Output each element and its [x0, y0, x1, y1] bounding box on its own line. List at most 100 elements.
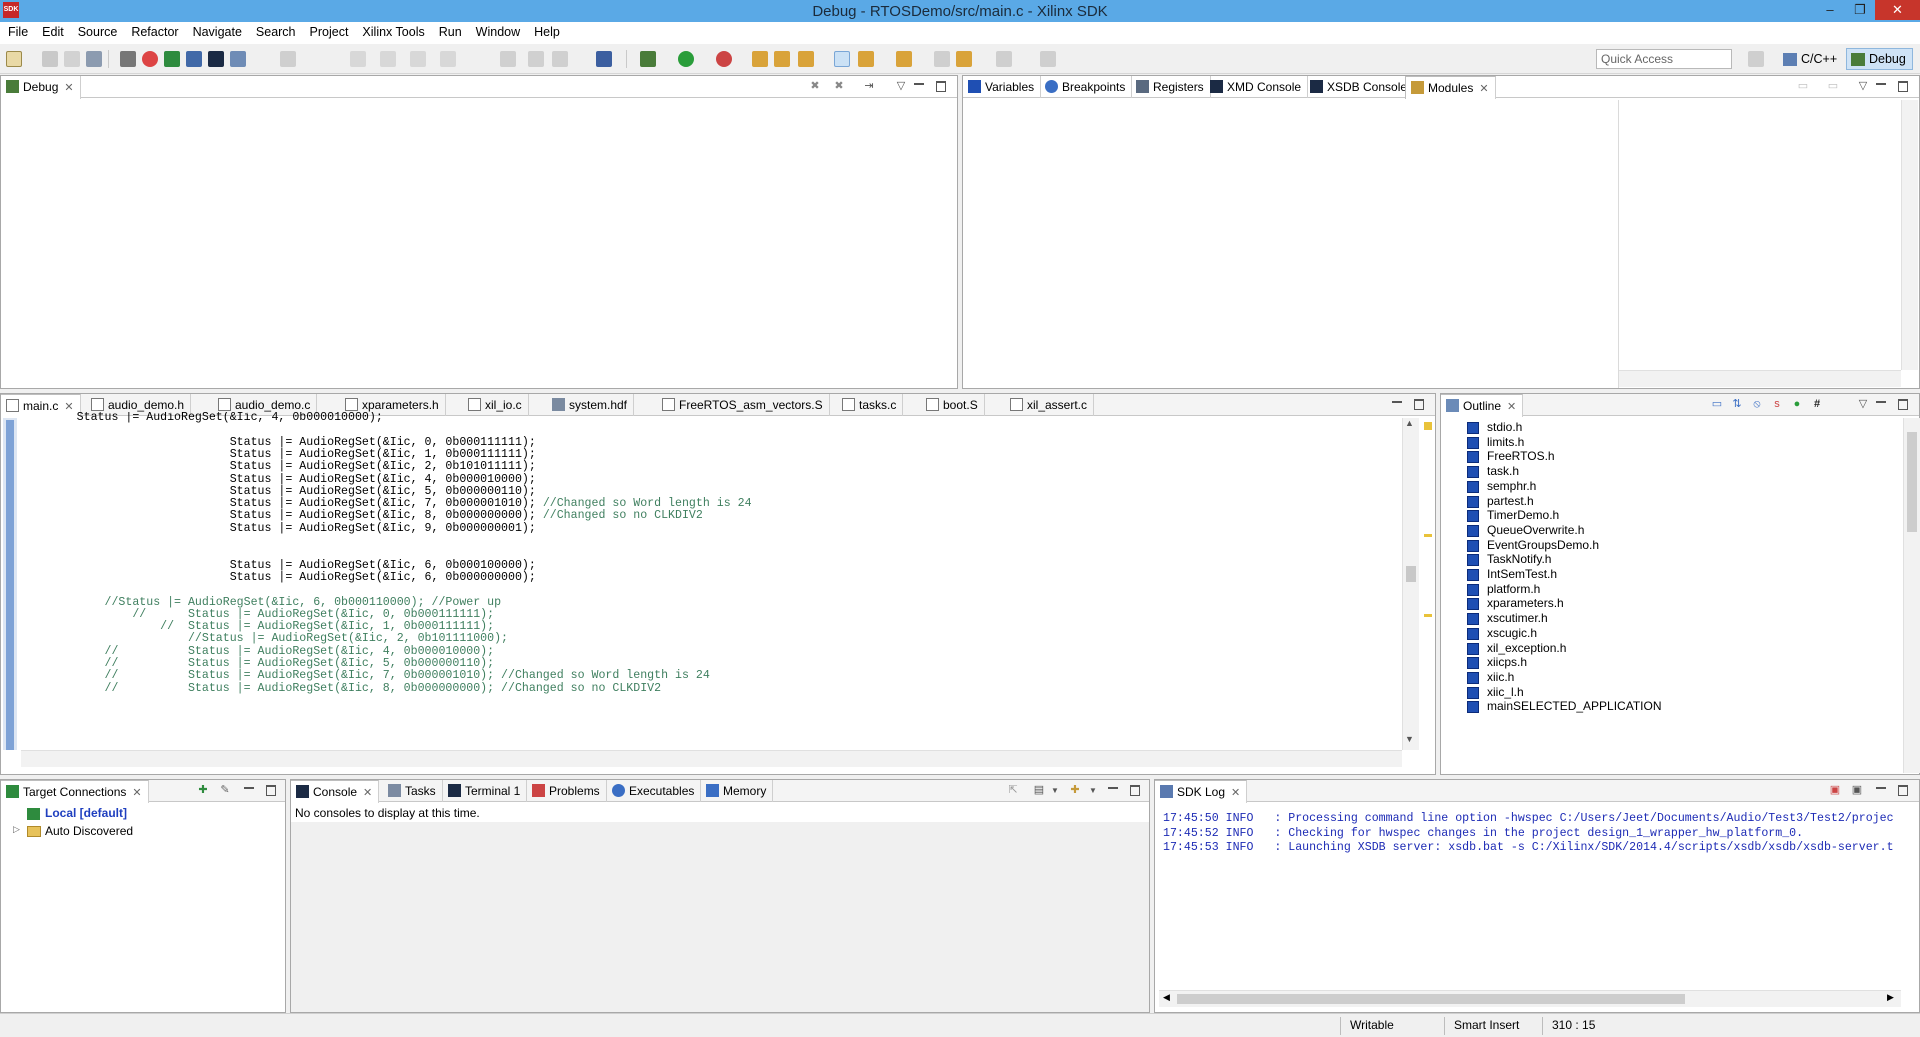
- save-icon[interactable]: [42, 51, 58, 67]
- tab-problems[interactable]: Problems: [527, 780, 607, 802]
- outline-include-item[interactable]: xscutimer.h: [1467, 611, 1548, 626]
- outline-include-item[interactable]: task.h: [1467, 464, 1519, 479]
- minimize-view-icon[interactable]: [1391, 399, 1403, 410]
- code-line[interactable]: Status |= AudioRegSet(&Iic, 9, 0b0000000…: [21, 522, 536, 535]
- menu-navigate[interactable]: Navigate: [185, 22, 248, 39]
- editor-vertical-scrollbar[interactable]: ▲ ▼: [1402, 418, 1419, 750]
- step-icon[interactable]: [280, 51, 296, 67]
- outline-include-item[interactable]: EventGroupsDemo.h: [1467, 538, 1599, 553]
- outline-include-item[interactable]: xiic.h: [1467, 670, 1514, 685]
- sort-icon[interactable]: ⇅: [1731, 399, 1743, 410]
- scroll-down-icon[interactable]: ▼: [1405, 734, 1414, 744]
- outline-include-item[interactable]: TimerDemo.h: [1467, 508, 1559, 523]
- tab-xmd-console[interactable]: XMD Console: [1205, 76, 1309, 98]
- new-target-icon[interactable]: ✚: [197, 785, 209, 796]
- menu-search[interactable]: Search: [248, 22, 302, 39]
- minimize-view-icon[interactable]: [1107, 785, 1119, 796]
- open-project-icon[interactable]: [774, 51, 790, 67]
- pin-console-icon[interactable]: ⇱: [1007, 785, 1019, 796]
- warning-marker[interactable]: [1424, 422, 1432, 430]
- display-console-icon[interactable]: ▤: [1033, 785, 1045, 796]
- save-all-icon[interactable]: [64, 51, 80, 67]
- tab-tasks[interactable]: Tasks: [383, 780, 443, 802]
- hide-defines-icon[interactable]: #: [1811, 399, 1823, 410]
- dropdown-arrow-icon[interactable]: ▼: [1049, 785, 1061, 796]
- close-tab-icon[interactable]: ✕: [132, 787, 141, 799]
- hardware-icon[interactable]: [164, 51, 180, 67]
- editor-horizontal-scrollbar[interactable]: [21, 750, 1402, 767]
- debug-bug-icon[interactable]: [640, 51, 656, 67]
- new-icon[interactable]: [6, 51, 22, 67]
- tab-console[interactable]: Console ✕: [291, 780, 380, 803]
- run-icon[interactable]: [678, 51, 694, 67]
- tab-debug[interactable]: Debug ✕: [1, 76, 81, 99]
- outline-include-item[interactable]: xscugic.h: [1467, 626, 1537, 641]
- view-menu-icon[interactable]: ▽: [1857, 399, 1869, 410]
- prev-annotation-icon[interactable]: [896, 51, 912, 67]
- outline-vertical-scrollbar[interactable]: [1903, 418, 1920, 773]
- console-icon[interactable]: [230, 51, 246, 67]
- close-tab-icon[interactable]: ✕: [1507, 401, 1516, 413]
- hide-static-icon[interactable]: s: [1771, 399, 1783, 410]
- outline-include-item[interactable]: platform.h: [1467, 582, 1540, 597]
- maximize-view-icon[interactable]: [1897, 399, 1909, 410]
- outline-include-item[interactable]: FreeRTOS.h: [1467, 449, 1555, 464]
- maximize-view-icon[interactable]: [935, 81, 947, 92]
- outline-include-item[interactable]: mainSELECTED_APPLICATION: [1467, 699, 1662, 714]
- menu-file[interactable]: File: [0, 22, 34, 39]
- view-menu-icon[interactable]: ▽: [1857, 81, 1869, 92]
- external-tools-icon[interactable]: [716, 51, 732, 67]
- log-vertical-scrollbar[interactable]: [1901, 804, 1918, 972]
- outline-include-item[interactable]: IntSemTest.h: [1467, 567, 1557, 582]
- outline-include-item[interactable]: xiic_l.h: [1467, 685, 1524, 700]
- menu-refactor[interactable]: Refactor: [123, 22, 184, 39]
- occurrence-marker[interactable]: [1424, 614, 1432, 617]
- menu-xilinx-tools[interactable]: Xilinx Tools: [354, 22, 430, 39]
- maximize-view-icon[interactable]: [265, 785, 277, 796]
- scroll-thumb[interactable]: [1907, 432, 1917, 532]
- target-icon[interactable]: [142, 51, 158, 67]
- view-menu-icon[interactable]: ▽: [895, 81, 907, 92]
- tab-target-connections[interactable]: Target Connections ✕: [1, 780, 149, 803]
- tab-registers[interactable]: Registers: [1131, 76, 1211, 98]
- minimize-view-icon[interactable]: [1875, 785, 1887, 796]
- menu-window[interactable]: Window: [468, 22, 526, 39]
- code-line[interactable]: // Status |= AudioRegSet(&Iic, 8, 0b0000…: [21, 682, 661, 695]
- outline-include-item[interactable]: xil_exception.h: [1467, 641, 1566, 656]
- menu-source[interactable]: Source: [70, 22, 124, 39]
- mark-occurrences-icon[interactable]: [834, 51, 850, 67]
- tab-outline[interactable]: Outline ✕: [1441, 394, 1524, 417]
- remove-all-icon[interactable]: ✖: [833, 81, 845, 92]
- outline-include-item[interactable]: QueueOverwrite.h: [1467, 523, 1584, 538]
- code-line[interactable]: Status |= AudioRegSet(&Iic, 4, 0b0000100…: [21, 412, 383, 424]
- close-window-button[interactable]: ✕: [1875, 0, 1920, 20]
- dropdown-arrow-icon[interactable]: ▼: [1087, 785, 1099, 796]
- tab-breakpoints[interactable]: Breakpoints: [1040, 76, 1133, 98]
- disconnect-icon[interactable]: [596, 51, 612, 67]
- perspective-c-cpp[interactable]: C/C++: [1778, 48, 1844, 70]
- close-tab-icon[interactable]: ✕: [363, 787, 372, 799]
- maximize-view-icon[interactable]: [1897, 81, 1909, 92]
- outline-include-item[interactable]: limits.h: [1467, 435, 1524, 450]
- maximize-view-icon[interactable]: [1129, 785, 1141, 796]
- horizontal-scrollbar[interactable]: [1619, 370, 1901, 387]
- expand-arrow-icon[interactable]: ▷: [13, 824, 20, 835]
- menu-help[interactable]: Help: [526, 22, 566, 39]
- minimize-view-icon[interactable]: [243, 785, 255, 796]
- occurrence-marker[interactable]: [1424, 534, 1432, 537]
- outline-include-item[interactable]: TaskNotify.h: [1467, 552, 1551, 567]
- maximize-view-icon[interactable]: [1413, 399, 1425, 410]
- maximize-view-icon[interactable]: [1897, 785, 1909, 796]
- tab-xsdb-console[interactable]: XSDB Console: [1305, 76, 1415, 98]
- pin-icon[interactable]: [1040, 51, 1056, 67]
- remove-terminated-icon[interactable]: ✖: [809, 81, 821, 92]
- target-local-default[interactable]: Local [default]: [27, 806, 127, 822]
- copy-log-icon[interactable]: ▣: [1851, 785, 1863, 796]
- vertical-scrollbar[interactable]: [1901, 100, 1918, 370]
- close-tab-icon[interactable]: ✕: [1479, 83, 1488, 95]
- close-tab-icon[interactable]: ✕: [64, 82, 73, 94]
- edit-target-icon[interactable]: ✎: [219, 785, 231, 796]
- next-annotation-icon[interactable]: [858, 51, 874, 67]
- clear-log-icon[interactable]: ▣: [1829, 785, 1841, 796]
- scroll-right-icon[interactable]: ▶: [1887, 992, 1894, 1003]
